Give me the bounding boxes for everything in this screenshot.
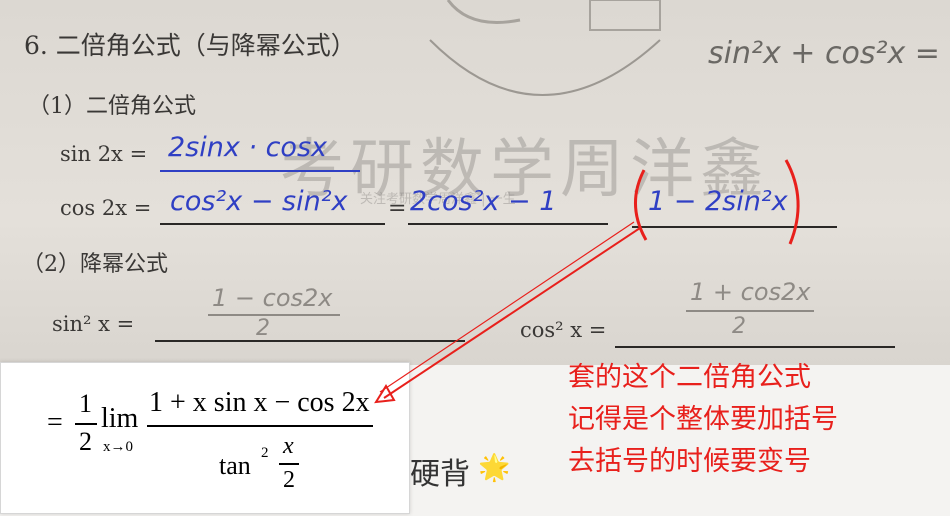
right-paren-mark — [784, 159, 800, 245]
annotation-overlay — [374, 159, 800, 404]
annotation-arrow-line — [383, 227, 641, 399]
arrow-head-icon — [374, 384, 396, 404]
annotation-arrow-line-2 — [379, 221, 635, 393]
